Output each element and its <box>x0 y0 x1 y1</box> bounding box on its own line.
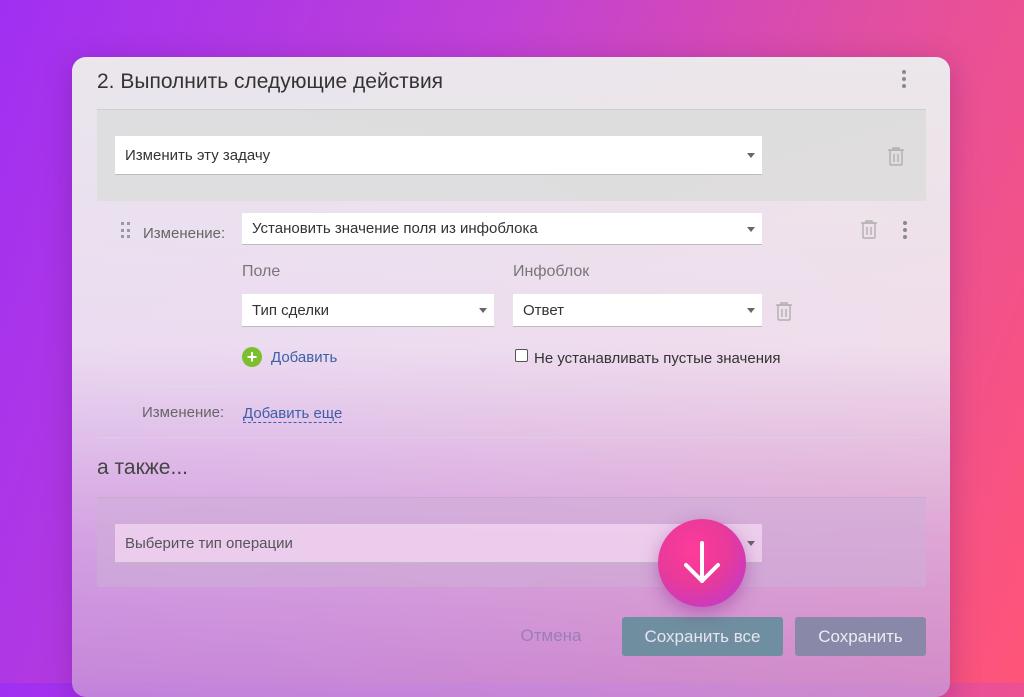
skip-empty-checkbox[interactable] <box>515 349 528 362</box>
skip-empty-label: Не устанавливать пустые значения <box>534 350 781 367</box>
arrow-down-icon <box>684 541 720 583</box>
panel-title: 2. Выполнить следующие действия <box>97 70 444 93</box>
change-type-select[interactable]: Установить значение поля из инфоблока <box>242 213 762 245</box>
delete-field-trash-icon[interactable] <box>775 301 793 321</box>
drag-handle-icon[interactable] <box>121 222 131 240</box>
operation-section: Выберите тип операции <box>97 497 926 587</box>
delete-action-trash-icon[interactable] <box>887 146 905 166</box>
add-change-label: Изменение: <box>142 404 225 421</box>
infoblock-value: Ответ <box>523 301 565 319</box>
infoblock-label: Инфоблок <box>513 263 590 280</box>
actions-panel: 2. Выполнить следующие действия Изменить… <box>72 57 950 697</box>
change-section: Изменение: Установить значение поля из и… <box>97 200 926 387</box>
chevron-down-icon <box>479 308 487 313</box>
infoblock-select[interactable]: Ответ <box>513 294 762 327</box>
field-value: Тип сделки <box>252 301 329 319</box>
add-field-link[interactable]: Добавить <box>271 349 337 366</box>
action-type-select[interactable]: Изменить эту задачу <box>115 136 762 175</box>
save-button[interactable]: Сохранить <box>795 617 926 656</box>
change-more-icon[interactable] <box>900 221 910 239</box>
scroll-down-button[interactable] <box>658 519 746 607</box>
add-more-link[interactable]: Добавить еще <box>243 405 343 423</box>
also-heading: а также... <box>97 456 188 479</box>
chevron-down-icon <box>747 308 755 313</box>
delete-change-trash-icon[interactable] <box>860 219 878 239</box>
chevron-down-icon <box>747 541 755 546</box>
panel-more-icon[interactable] <box>899 70 909 88</box>
add-change-section: Изменение: Добавить еще <box>97 387 926 438</box>
action-section: Изменить эту задачу <box>97 109 926 201</box>
operation-placeholder: Выберите тип операции <box>125 534 293 552</box>
chevron-down-icon <box>747 153 755 158</box>
field-select[interactable]: Тип сделки <box>242 294 494 327</box>
plus-circle-icon[interactable]: + <box>242 347 262 367</box>
action-type-value: Изменить эту задачу <box>125 146 271 164</box>
cancel-button[interactable]: Отмена <box>512 617 590 655</box>
field-label: Поле <box>242 263 281 280</box>
chevron-down-icon <box>747 226 755 232</box>
save-all-button[interactable]: Сохранить все <box>622 617 783 656</box>
change-label: Изменение: <box>143 225 226 242</box>
change-type-value: Установить значение поля из инфоблока <box>252 220 538 237</box>
